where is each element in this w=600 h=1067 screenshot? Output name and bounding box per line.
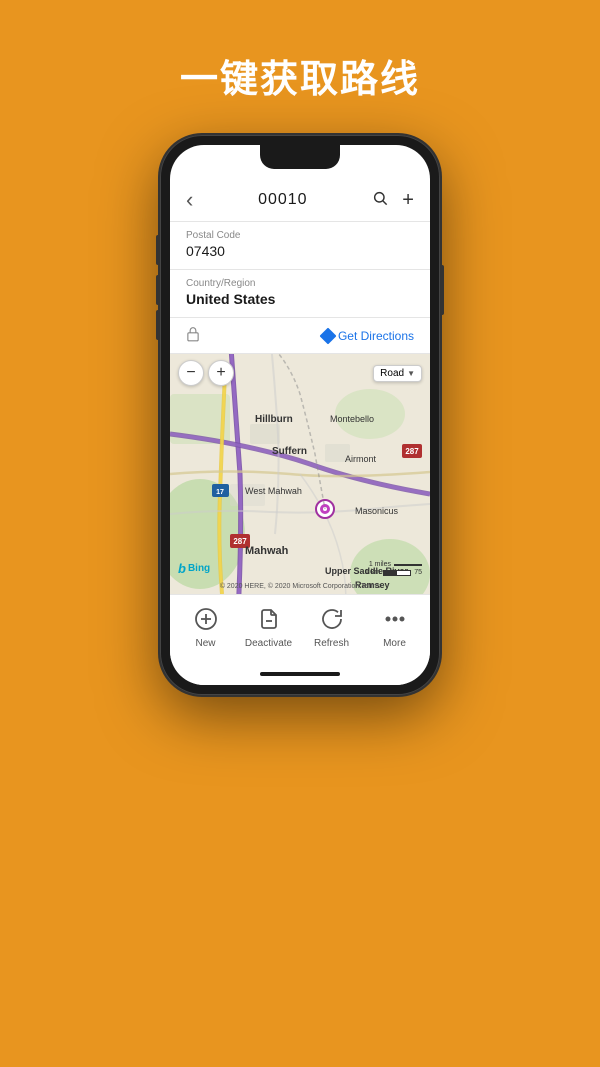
- svg-text:Suffern: Suffern: [272, 446, 307, 457]
- svg-text:287: 287: [405, 447, 419, 456]
- svg-text:17: 17: [216, 489, 224, 496]
- get-directions-label: Get Directions: [338, 329, 414, 343]
- search-icon[interactable]: [372, 190, 388, 210]
- content-area: Postal Code 07430 Country/Region United …: [170, 222, 430, 594]
- country-label: Country/Region: [186, 278, 414, 289]
- directions-row: Get Directions: [170, 318, 430, 354]
- more-label: More: [383, 638, 406, 649]
- postal-code-label: Postal Code: [186, 230, 414, 241]
- new-label: New: [195, 638, 215, 649]
- postal-code-section: Postal Code 07430: [170, 222, 430, 270]
- refresh-button[interactable]: Refresh: [304, 603, 359, 649]
- country-section: Country/Region United States: [170, 270, 430, 318]
- hero-title: 一键获取路线: [180, 48, 420, 103]
- map-type-selector[interactable]: Road ▼: [373, 365, 422, 382]
- map-container[interactable]: 287 17 287 Hillburn Monteb: [170, 354, 430, 594]
- svg-text:Hillburn: Hillburn: [255, 414, 293, 425]
- map-copyright: © 2020 HERE, © 2020 Microsoft Corporatio…: [170, 583, 430, 590]
- country-value: United States: [186, 291, 414, 311]
- notch: [260, 145, 340, 169]
- page-title: 00010: [258, 191, 308, 209]
- bing-watermark: b Bing: [178, 561, 210, 576]
- map-type-arrow-icon: ▼: [407, 369, 415, 378]
- deactivate-button[interactable]: Deactivate: [241, 603, 296, 649]
- map-scale: 1 miles 1 km 75: [365, 561, 422, 576]
- svg-text:Masonicus: Masonicus: [355, 506, 399, 516]
- svg-text:Mahwah: Mahwah: [245, 545, 289, 557]
- deactivate-icon: [253, 603, 285, 635]
- svg-text:Airmont: Airmont: [345, 454, 377, 464]
- svg-text:West Mahwah: West Mahwah: [245, 486, 302, 496]
- more-icon: [379, 603, 411, 635]
- new-button[interactable]: New: [178, 603, 233, 649]
- map-type-label: Road: [380, 368, 404, 379]
- postal-code-value: 07430: [186, 243, 414, 263]
- home-indicator: [170, 663, 430, 685]
- zoom-out-button[interactable]: −: [178, 360, 204, 386]
- phone-screen: ‹ 00010 + Postal Code 07430 C: [170, 145, 430, 685]
- home-bar: [260, 672, 340, 676]
- more-button[interactable]: More: [367, 603, 422, 649]
- directions-icon: [319, 327, 336, 344]
- map-controls: − + Road ▼: [178, 360, 422, 386]
- phone-shell: ‹ 00010 + Postal Code 07430 C: [160, 135, 440, 695]
- zoom-in-button[interactable]: +: [208, 360, 234, 386]
- deactivate-label: Deactivate: [245, 638, 292, 649]
- get-directions-button[interactable]: Get Directions: [322, 329, 414, 343]
- back-button[interactable]: ‹: [186, 187, 193, 213]
- nav-icons-right: +: [372, 189, 414, 212]
- lock-icon: [186, 326, 200, 345]
- bing-label: Bing: [188, 563, 210, 574]
- refresh-label: Refresh: [314, 638, 349, 649]
- add-button[interactable]: +: [402, 189, 414, 212]
- bottom-toolbar: New Deactivate: [170, 594, 430, 663]
- svg-text:Montebello: Montebello: [330, 414, 374, 424]
- bing-logo: b: [178, 561, 186, 576]
- new-icon: [190, 603, 222, 635]
- refresh-icon: [316, 603, 348, 635]
- map-svg: 287 17 287 Hillburn Monteb: [170, 354, 430, 594]
